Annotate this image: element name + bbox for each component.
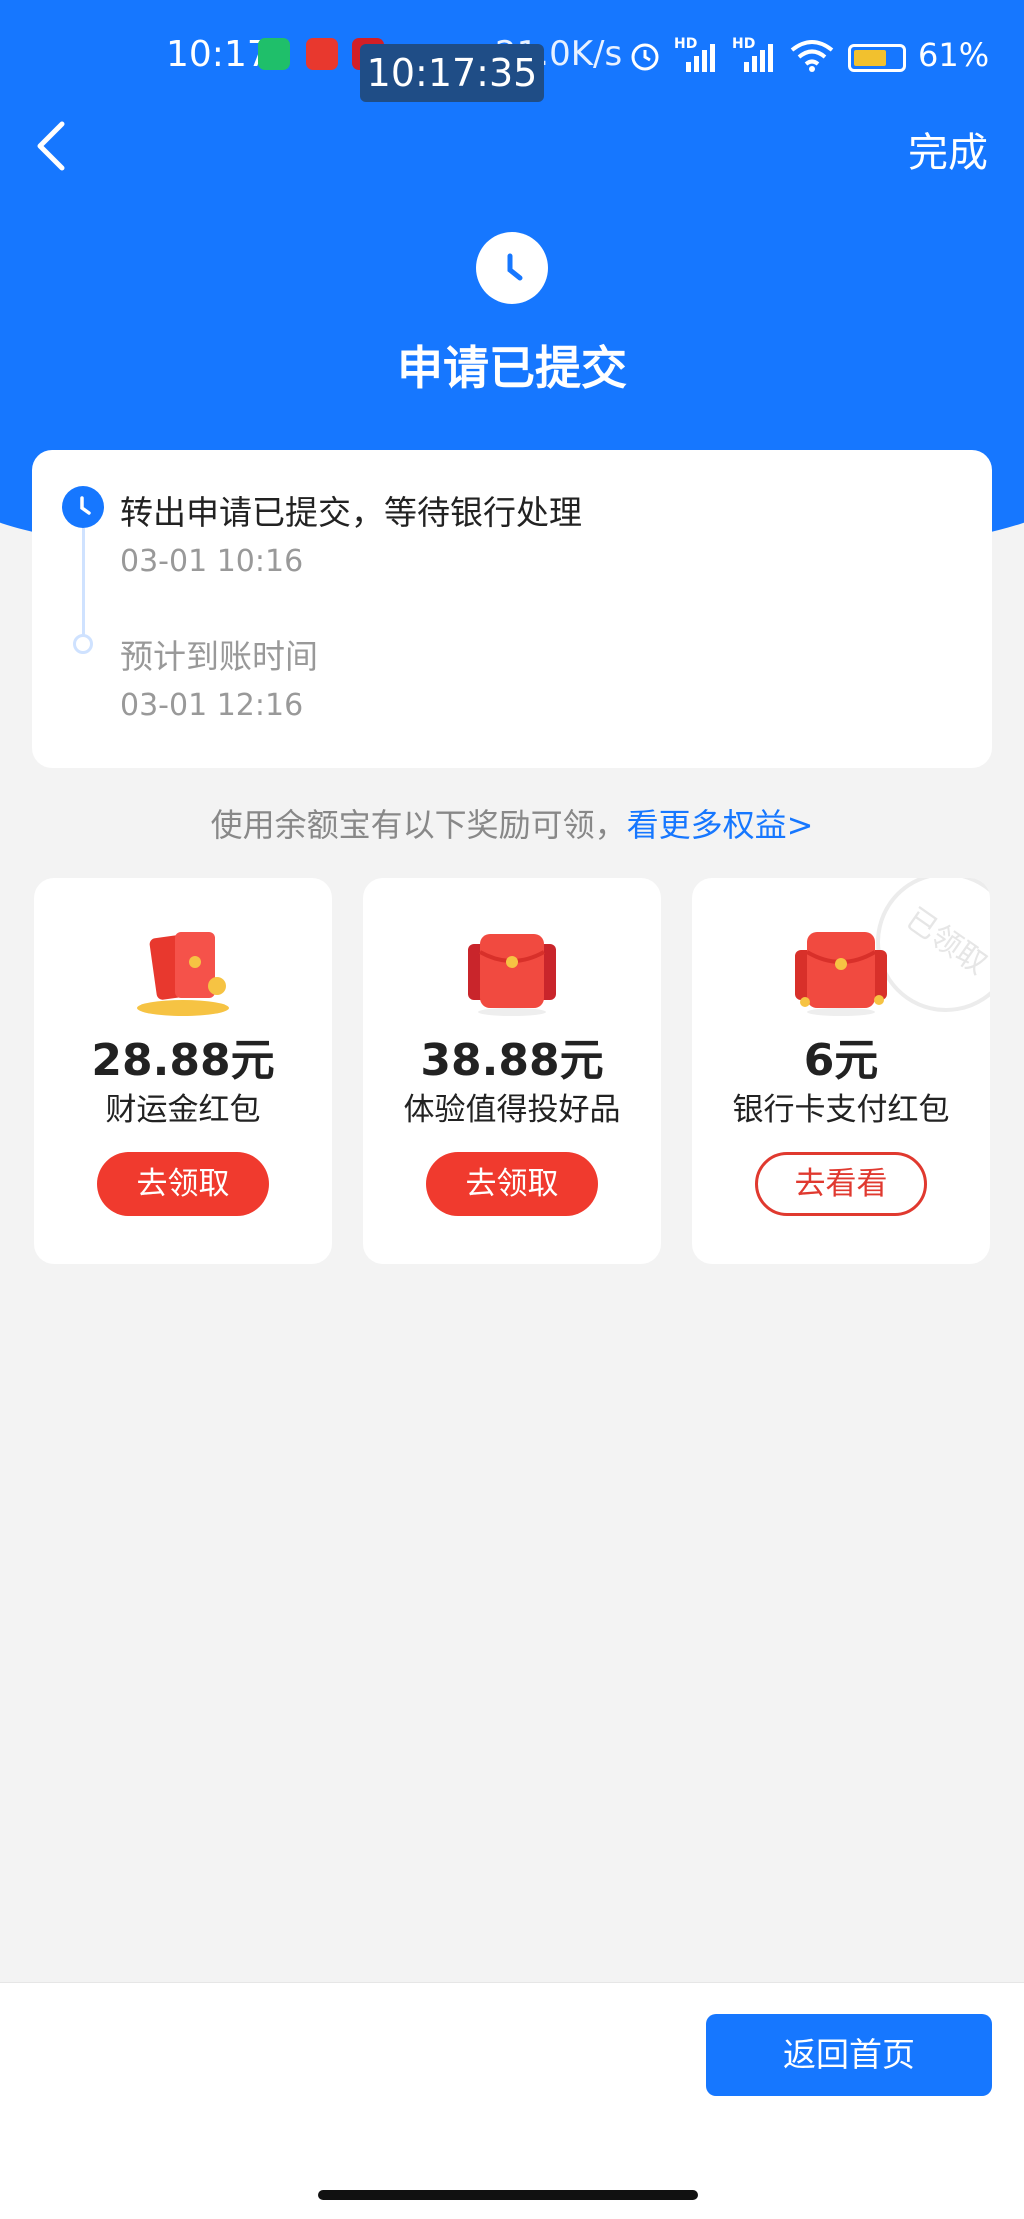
step-2-time: 03-01 12:16 — [120, 688, 304, 723]
chevron-left-icon — [37, 121, 65, 171]
claim-button[interactable]: 去领取 — [97, 1152, 269, 1216]
rewards-intro-text: 使用余额宝有以下奖励可领， — [210, 806, 627, 844]
alarm-icon — [631, 43, 659, 71]
progress-card: 转出申请已提交，等待银行处理 03-01 10:16 预计到账时间 03-01 … — [32, 450, 992, 768]
shield-app-icon — [258, 38, 290, 70]
reward-name: 银行卡支付红包 — [732, 1092, 950, 1128]
page-title: 申请已提交 — [397, 341, 627, 395]
clock-icon — [476, 232, 548, 304]
battery-icon — [848, 44, 906, 72]
status-bar: 10:17 21.0K/s HD HD 61% 10:17:35 — [0, 0, 1024, 110]
return-home-button[interactable]: 返回首页 — [706, 2014, 992, 2096]
reward-card-3: 已领取 6元 银行卡支付红包 去看看 — [692, 878, 990, 1264]
signal-1-icon — [686, 44, 715, 72]
payment-app-icon — [306, 38, 338, 70]
overlay-clock: 10:17:35 — [360, 44, 544, 102]
battery-percent: 61% — [918, 36, 990, 74]
status-time: 10:17 — [166, 34, 270, 75]
red-envelope-icon — [795, 932, 887, 1016]
wifi-icon — [790, 40, 834, 72]
step-1-text: 转出申请已提交，等待银行处理 — [120, 493, 582, 532]
reward-name: 财运金红包 — [105, 1092, 261, 1128]
reward-card-1: 28.88元 财运金红包 去领取 — [34, 878, 332, 1264]
back-button[interactable] — [30, 120, 74, 172]
reward-amount: 28.88元 — [91, 1035, 275, 1086]
done-button[interactable]: 完成 — [908, 120, 988, 178]
step-connector — [82, 528, 85, 636]
reward-card-2: 38.88元 体验值得投好品 去领取 — [363, 878, 661, 1264]
reward-amount: 6元 — [803, 1035, 879, 1086]
step-active-clock-icon — [62, 486, 104, 528]
step-1-time: 03-01 10:16 — [120, 544, 304, 579]
step-2-text: 预计到账时间 — [120, 637, 318, 676]
reward-amount: 38.88元 — [420, 1035, 604, 1086]
reward-name: 体验值得投好品 — [403, 1092, 621, 1128]
rewards-intro: 使用余额宝有以下奖励可领，看更多权益> — [0, 800, 1024, 846]
signal-2-icon — [744, 44, 773, 72]
more-benefits-link[interactable]: 看更多权益> — [627, 806, 814, 844]
claim-button[interactable]: 去领取 — [426, 1152, 598, 1216]
red-envelope-icon — [468, 934, 556, 1016]
step-pending-dot — [73, 634, 93, 654]
view-button[interactable]: 去看看 — [755, 1152, 927, 1216]
gesture-bar[interactable] — [318, 2190, 698, 2200]
red-envelope-icon — [137, 932, 229, 1016]
